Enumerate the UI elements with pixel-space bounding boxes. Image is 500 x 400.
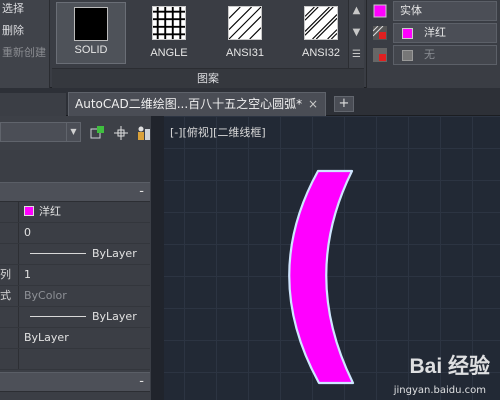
pattern-label: ANGLE bbox=[150, 47, 188, 59]
pattern-solid[interactable]: SOLID bbox=[56, 2, 126, 64]
prop-value-text: ByLayer bbox=[92, 310, 137, 323]
prop-row-linetype-scale[interactable]: 列 1 bbox=[0, 265, 152, 286]
prop-key bbox=[0, 349, 18, 369]
collapse-icon[interactable]: - bbox=[139, 373, 144, 391]
prop-value[interactable]: ByLayer bbox=[18, 244, 152, 264]
hatch-background-value: 无 bbox=[424, 48, 435, 61]
gallery-scroll[interactable]: ▲ ▼ ☰ bbox=[348, 0, 364, 68]
prop-key bbox=[0, 202, 18, 222]
lineweight-preview bbox=[30, 316, 86, 317]
gallery-expand-icon[interactable]: ☰ bbox=[349, 44, 364, 66]
prop-row-color[interactable]: 洋红 bbox=[0, 202, 152, 223]
hatch-type-row[interactable]: 实体 bbox=[371, 0, 499, 22]
prop-key: 式 bbox=[0, 289, 11, 302]
prop-value[interactable]: 洋红 bbox=[18, 202, 152, 222]
remove-button[interactable]: 删除 bbox=[2, 22, 24, 38]
prop-row-plot-style[interactable]: 式 ByColor bbox=[0, 286, 152, 307]
grid-swatch-icon bbox=[152, 6, 186, 40]
hatch-color-row[interactable]: 洋红 bbox=[371, 22, 499, 44]
watermark-url: jingyan.baidu.com bbox=[393, 385, 486, 396]
pattern-gallery: SOLID ANGLE ANSI31 ANSI32 bbox=[52, 0, 364, 68]
hatch-properties-panel: 实体 洋红 无 bbox=[366, 0, 500, 88]
hatch-color-select[interactable]: 洋红 bbox=[393, 23, 497, 43]
document-tabbar: AutoCAD二维绘图...百八十五之空心圆弧* × + bbox=[0, 88, 500, 116]
object-type-select[interactable]: ▼ bbox=[0, 122, 81, 142]
collapse-icon[interactable]: - bbox=[139, 183, 144, 201]
diagonal-swatch-icon bbox=[228, 6, 262, 40]
double-diagonal-swatch-icon bbox=[304, 6, 338, 40]
properties-toolbar: ▼ bbox=[0, 116, 152, 150]
magenta-arc-fill[interactable] bbox=[288, 169, 355, 385]
prop-key bbox=[0, 223, 18, 243]
pattern-label: ANSI32 bbox=[302, 47, 340, 59]
linetype-preview bbox=[30, 253, 86, 254]
hatch-type-icon bbox=[373, 4, 387, 18]
prop-value-text: ByLayer bbox=[92, 247, 137, 260]
scroll-up-icon[interactable]: ▲ bbox=[349, 0, 364, 22]
autocad-window: 选择 删除 重新创建 SOLID ANGLE ANSI31 ANSI32 ▲ ▼… bbox=[0, 0, 500, 400]
prop-value-text: 洋红 bbox=[39, 205, 61, 218]
prop-value[interactable]: 1 bbox=[18, 265, 152, 285]
palette-splitter[interactable] bbox=[150, 116, 164, 400]
pattern-panel-title: 图案 bbox=[52, 68, 364, 88]
3d-visualization-category-header[interactable]: - bbox=[0, 372, 152, 392]
start-tab[interactable] bbox=[0, 93, 66, 116]
chevron-down-icon[interactable]: ▼ bbox=[66, 123, 80, 141]
pattern-label: ANSI31 bbox=[226, 47, 264, 59]
background-color-icon bbox=[373, 48, 387, 62]
baidu-jingyan-logo: Bai 经验 bbox=[409, 355, 490, 378]
prop-key: 列 bbox=[0, 268, 11, 281]
hatch-boundary-panel: 选择 删除 重新创建 bbox=[0, 0, 50, 88]
prop-value[interactable]: ByLayer bbox=[18, 307, 152, 327]
prop-key bbox=[0, 307, 18, 327]
pattern-ansi31[interactable]: ANSI31 bbox=[210, 2, 280, 64]
recreate-button[interactable]: 重新创建 bbox=[2, 44, 46, 60]
drawing-canvas[interactable]: [-][俯视][二维线框] Bai 经验 jingyan.baidu.com bbox=[152, 116, 500, 400]
prop-row-layer[interactable]: 0 bbox=[0, 223, 152, 244]
prop-row-lineweight[interactable]: ByLayer bbox=[0, 307, 152, 328]
tab-title: AutoCAD二维绘图...百八十五之空心圆弧* bbox=[75, 97, 303, 111]
prop-row-empty[interactable] bbox=[0, 349, 152, 370]
properties-palette: ▼ - 洋红 0 ByLayer 列 1 式 ByColor ByLayer B… bbox=[0, 116, 152, 400]
tab-close-icon[interactable]: × bbox=[308, 97, 318, 111]
hatch-type-value[interactable]: 实体 bbox=[393, 1, 497, 21]
hatch-background-select[interactable]: 无 bbox=[393, 45, 497, 65]
none-swatch-icon bbox=[402, 50, 413, 61]
magenta-swatch-icon bbox=[402, 28, 413, 39]
pattern-angle[interactable]: ANGLE bbox=[134, 2, 204, 64]
hatch-color-value: 洋红 bbox=[424, 26, 446, 39]
prop-row-transparency[interactable]: ByLayer bbox=[0, 328, 152, 349]
general-category-header[interactable]: - bbox=[0, 182, 152, 202]
select-button[interactable]: 选择 bbox=[2, 0, 24, 16]
prop-key bbox=[0, 328, 18, 348]
prop-value[interactable]: ByLayer bbox=[18, 328, 152, 348]
toggle-pickadd-icon[interactable] bbox=[89, 125, 105, 141]
active-document-tab[interactable]: AutoCAD二维绘图...百八十五之空心圆弧* × bbox=[68, 92, 326, 116]
solid-swatch-icon bbox=[74, 7, 108, 41]
select-objects-icon[interactable] bbox=[113, 125, 129, 141]
prop-row-linetype[interactable]: ByLayer bbox=[0, 244, 152, 265]
prop-value[interactable]: 0 bbox=[18, 223, 152, 243]
hatch-color-icon bbox=[373, 26, 387, 40]
pattern-ansi32[interactable]: ANSI32 bbox=[286, 2, 356, 64]
prop-key bbox=[0, 244, 18, 264]
new-tab-button[interactable]: + bbox=[334, 96, 354, 112]
scroll-down-icon[interactable]: ▼ bbox=[349, 22, 364, 44]
prop-value[interactable] bbox=[18, 349, 152, 369]
ribbon: 选择 删除 重新创建 SOLID ANGLE ANSI31 ANSI32 ▲ ▼… bbox=[0, 0, 500, 88]
magenta-swatch-icon bbox=[24, 206, 34, 216]
pattern-label: SOLID bbox=[74, 44, 108, 56]
hatch-background-row[interactable]: 无 bbox=[371, 44, 499, 66]
prop-value[interactable]: ByColor bbox=[18, 286, 152, 306]
